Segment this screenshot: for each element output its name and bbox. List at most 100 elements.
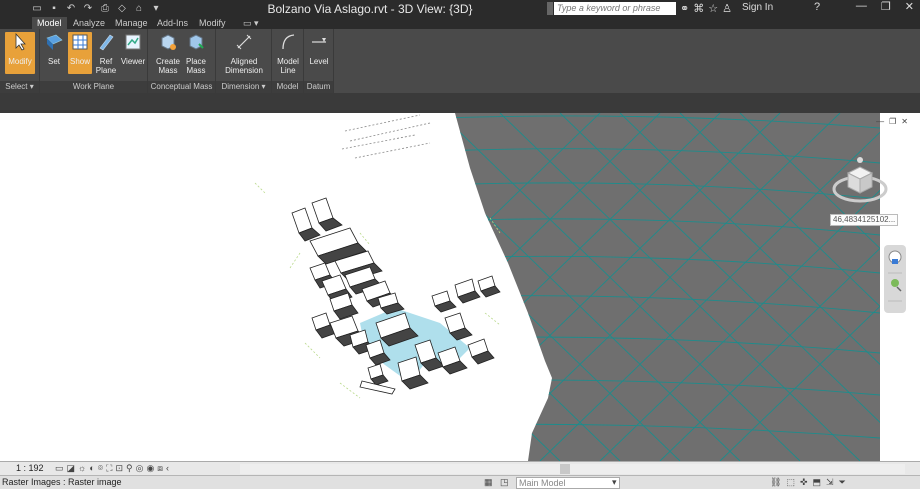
model-line-label: Model Line [277, 57, 299, 75]
tab-add-ins[interactable]: Add-Ins [152, 17, 193, 29]
show-crop-icon[interactable]: ⊡ [115, 463, 123, 474]
sign-in-button[interactable]: Sign In [742, 2, 773, 13]
scroll-left-icon[interactable]: ‹ [166, 463, 169, 474]
minimize-view-icon[interactable]: — [876, 117, 884, 126]
sun-path-icon[interactable]: ☼ [78, 463, 86, 474]
panel-model-label: Model [272, 81, 303, 93]
cursor-icon [15, 32, 26, 51]
tab-analyze[interactable]: Analyze [68, 17, 110, 29]
horizontal-scrollbar[interactable] [240, 464, 905, 474]
ref-plane-button[interactable]: Ref Plane [94, 32, 118, 75]
ribbon-tabs: Model Analyze Manage Add-Ins Modify ▭ ▾ [0, 17, 920, 29]
place-mass-icon [189, 34, 204, 50]
panel-work-plane-label: Work Plane [40, 81, 147, 93]
help-icon[interactable]: ? [814, 1, 820, 13]
design-options-icon[interactable]: ◳ [500, 477, 509, 488]
panel-dimension-label[interactable]: Dimension ▾ [216, 81, 271, 93]
model-line-button[interactable]: Model Line [274, 32, 302, 75]
shadows-icon[interactable]: ◐ [89, 463, 94, 474]
panel-dimension: Aligned Dimension Dimension ▾ [216, 29, 272, 93]
hide-isolate-icon[interactable]: ◎ [136, 463, 144, 474]
view-control-bar: 1 : 192 ▭ ◪ ☼ ◐ ⌾ ⛶ ⊡ ⚲ ◎ ◉ ⧈ ‹ [0, 461, 920, 475]
navigation-bar [884, 245, 906, 313]
workset-dropdown[interactable]: Main Model [516, 477, 620, 489]
options-bar [0, 93, 920, 113]
ribbon-minimize-icon[interactable]: ▭ ▾ [238, 17, 264, 29]
render-icon[interactable]: ⌾ [98, 463, 103, 474]
select-by-face-icon[interactable]: ⬒ [813, 477, 822, 488]
select-links-icon[interactable]: ⛓ [770, 477, 781, 488]
close-icon[interactable]: ✕ [905, 0, 914, 13]
set-button[interactable]: Set [42, 32, 66, 66]
viewport-controls: — ❐ ✕ [876, 117, 908, 126]
modify-button[interactable]: Modify [5, 32, 35, 74]
create-mass-button[interactable]: Create Mass [154, 32, 182, 75]
tab-model[interactable]: Model [32, 17, 67, 29]
view-scale[interactable]: 1 : 192 [16, 463, 44, 473]
detail-level-icon[interactable]: ▭ [55, 463, 64, 474]
scrollbar-thumb[interactable] [560, 464, 570, 474]
tab-modify[interactable]: Modify [194, 17, 231, 29]
ref-plane-icon [99, 34, 114, 51]
ribbon: Modify Select ▾ Set Show Ref Plane Viewe… [0, 29, 920, 93]
create-mass-icon [161, 34, 176, 50]
panel-datum: Level Datum [304, 29, 334, 93]
viewcube-icon[interactable] [830, 151, 890, 211]
terrain-surface [455, 113, 880, 461]
3d-viewport[interactable]: — ❐ ✕ 46,4834125102... [0, 113, 920, 461]
app-status-bar: Raster Images : Raster image ▦ ◳ Main Mo… [0, 475, 920, 489]
status-message: Raster Images : Raster image [2, 477, 122, 487]
viewer-button[interactable]: Viewer [120, 32, 146, 66]
binoculars-icon[interactable]: ⚭ [680, 2, 689, 15]
workset-dropdown-arrow-icon[interactable]: ▾ [612, 477, 617, 488]
close-view-icon[interactable]: ✕ [901, 117, 908, 126]
show-plane-icon [72, 34, 88, 50]
select-underlay-icon[interactable]: ⬚ [786, 477, 795, 488]
worksets-icon[interactable]: ▦ [484, 477, 493, 488]
analytical-model-icon[interactable]: ⧈ [157, 463, 163, 474]
show-label: Show [69, 57, 90, 66]
search-handle [547, 2, 553, 15]
select-pinned-icon[interactable]: ✜ [800, 477, 808, 488]
user-icon[interactable]: ♙ [722, 2, 732, 15]
panel-datum-label: Datum [304, 81, 333, 93]
filter-icon[interactable]: ⏷ [839, 477, 846, 488]
viewer-label: Viewer [120, 57, 146, 66]
panel-work-plane: Set Show Ref Plane Viewer Work Plane [40, 29, 148, 93]
tab-manage[interactable]: Manage [110, 17, 153, 29]
reveal-hidden-icon[interactable]: ◉ [146, 463, 154, 474]
place-mass-button[interactable]: Place Mass [182, 32, 210, 75]
site-outline-hints [341, 114, 431, 159]
viewer-icon [125, 34, 141, 50]
panel-conceptual-mass-label: Conceptual Mass [148, 81, 215, 93]
drag-elements-icon[interactable]: ⇲ [826, 477, 834, 488]
set-label: Set [47, 57, 60, 66]
grid-plane-icon [46, 34, 63, 50]
level-icon [312, 38, 326, 43]
minimize-icon[interactable]: — [856, 0, 867, 13]
lock-view-icon[interactable]: ⚲ [126, 463, 133, 474]
aligned-dimension-button[interactable]: Aligned Dimension [220, 32, 268, 75]
restore-icon[interactable]: ❐ [881, 0, 891, 13]
favorites-icon[interactable]: ☆ [708, 2, 718, 15]
show-button[interactable]: Show [68, 32, 92, 74]
modify-label: Modify [8, 57, 32, 66]
navbar-icons [888, 250, 902, 302]
crop-view-icon[interactable]: ⛶ [106, 463, 112, 474]
panel-model: Model Line Model [272, 29, 304, 93]
place-mass-label: Place Mass [185, 57, 206, 75]
subscription-icon[interactable]: ⌘ [693, 2, 704, 15]
restore-view-icon[interactable]: ❐ [889, 117, 896, 126]
panel-conceptual-mass: Create Mass Place Mass Conceptual Mass [148, 29, 216, 93]
visual-style-icon[interactable]: ◪ [67, 463, 76, 474]
panel-select-label[interactable]: Select ▾ [0, 81, 39, 93]
aligned-dimension-label: Aligned Dimension [225, 57, 263, 75]
search-input[interactable]: Type a keyword or phrase [554, 2, 676, 15]
scene-canvas [254, 113, 880, 461]
model-line-icon [282, 34, 295, 50]
ref-plane-label: Ref Plane [95, 57, 117, 75]
create-mass-label: Create Mass [155, 57, 180, 75]
level-label: Level [309, 57, 329, 66]
viewcube-coordinate[interactable]: 46,4834125102... [830, 214, 898, 226]
level-button[interactable]: Level [306, 32, 332, 66]
